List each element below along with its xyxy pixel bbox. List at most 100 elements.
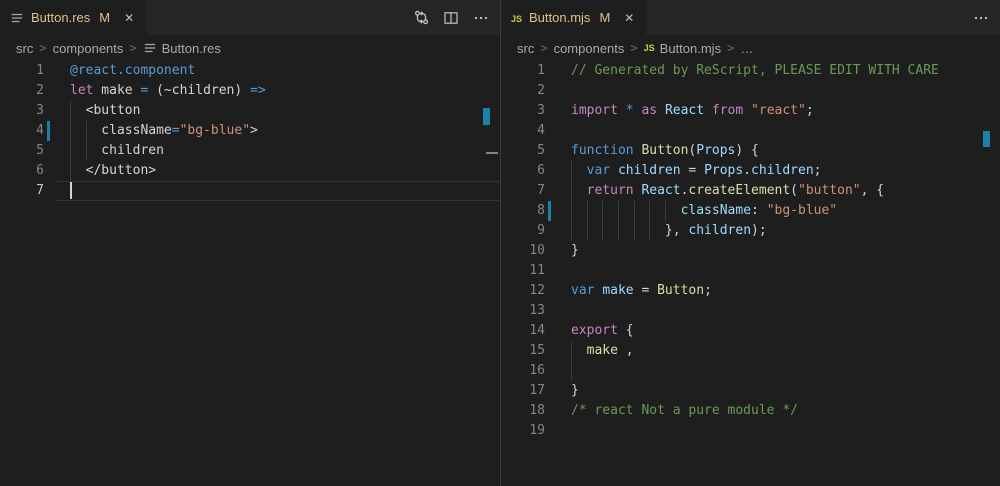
code-line[interactable]: 8 className: "bg-blue" [501,201,1000,221]
breadcrumb-label: components [53,41,124,56]
file-icon [10,11,24,25]
code-line[interactable]: 11 [501,261,1000,281]
line-number: 2 [501,81,545,101]
overview-ruler-modified-mark [483,108,490,125]
code-text: @react.component [70,61,195,81]
current-line-highlight [56,181,500,201]
breadcrumb-item[interactable]: … [740,41,753,56]
line-number: 3 [501,101,545,121]
overview-ruler-cursor-mark [486,152,498,154]
line-number: 15 [501,341,545,361]
tab-title: Button.mjs [528,10,590,25]
vscode-workbench: Button.res M ✕ src > components > Button.res… [0,0,1000,486]
git-modified-badge: M [599,10,610,25]
code-text: className: "bg-blue" [571,201,837,221]
code-line[interactable]: 3 <button [0,101,500,121]
code-line[interactable]: 4 [501,121,1000,141]
breadcrumb-separator: > [727,41,734,55]
code-line[interactable]: 14export { [501,321,1000,341]
code-line[interactable]: 17} [501,381,1000,401]
editor-group-right: JS Button.mjs M ✕ src > components > JS Butto… [501,0,1000,486]
line-number: 7 [0,181,44,201]
code-line[interactable]: 18/* react Not a pure module */ [501,401,1000,421]
breadcrumb-separator: > [630,41,637,55]
breadcrumb-item[interactable]: src [517,41,534,56]
gutter-modified-indicator [548,201,551,221]
breadcrumb-item[interactable]: src [16,41,33,56]
code-text: var make = Button; [571,281,712,301]
text-cursor [70,182,72,199]
editor-actions [412,0,490,35]
code-line[interactable]: 5function Button(Props) { [501,141,1000,161]
indent-guide [571,361,572,381]
close-tab-icon[interactable]: ✕ [124,12,134,24]
split-editor-icon[interactable] [442,9,460,27]
code-line[interactable]: 7 return React.createElement("button", { [501,181,1000,201]
code-line[interactable]: 19 [501,421,1000,441]
code-text: let make = (~children) => [70,81,266,101]
breadcrumb-item[interactable]: components [53,41,124,56]
line-number: 12 [501,281,545,301]
code-line[interactable]: 1 // Generated by ReScript, PLEASE EDIT W… [501,61,1000,81]
breadcrumb-item[interactable]: components [554,41,625,56]
line-number: 4 [501,121,545,141]
code-line[interactable]: 12 var make = Button; [501,281,1000,301]
gutter-modified-indicator [47,121,50,141]
line-number: 17 [501,381,545,401]
code-line[interactable]: 7 [0,181,500,201]
line-number: 8 [501,201,545,221]
code-line[interactable]: 10} [501,241,1000,261]
open-changes-icon[interactable] [412,9,430,27]
more-actions-icon[interactable] [472,9,490,27]
code-text: }, children); [571,221,767,241]
code-text: // Generated by ReScript, PLEASE EDIT WI… [571,61,939,81]
tab-bar: JS Button.mjs M ✕ [501,0,1000,35]
line-number: 13 [501,301,545,321]
breadcrumb-label: components [554,41,625,56]
code-line[interactable]: 9 }, children); [501,221,1000,241]
code-line[interactable]: 2 let make = (~children) => [0,81,500,101]
line-number: 11 [501,261,545,281]
git-modified-badge: M [99,10,110,25]
code-editor[interactable]: 1 @react.component 2 let make = (~children)… [0,61,500,486]
breadcrumb-separator: > [39,41,46,55]
file-icon [10,11,24,25]
breadcrumb-item[interactable]: JS Button.mjs [644,41,721,56]
code-line[interactable]: 4 className="bg-blue"> [0,121,500,141]
line-number: 3 [0,101,44,121]
code-line[interactable]: 6 var children = Props.children; [501,161,1000,181]
code-line[interactable]: 2 [501,81,1000,101]
line-number: 2 [0,81,44,101]
line-number: 1 [501,61,545,81]
editor-group-left: Button.res M ✕ src>components>Button.res… [0,0,500,486]
line-number: 5 [501,141,545,161]
code-text: } [571,241,579,261]
code-text: } [571,381,579,401]
tab-button-mjs[interactable]: JS Button.mjs M ✕ [501,0,646,35]
code-text: </button> [70,161,156,181]
overview-ruler-modified-mark [983,131,990,147]
more-actions-icon[interactable] [972,9,990,27]
code-text: var children = Props.children; [571,161,822,181]
breadcrumb: src > components > JS Button.mjs > … [501,35,1000,61]
code-line[interactable]: 15 make , [501,341,1000,361]
line-number: 7 [501,181,545,201]
code-line[interactable]: 13 [501,301,1000,321]
code-line[interactable]: 16 [501,361,1000,381]
line-number: 5 [0,141,44,161]
line-number: 10 [501,241,545,261]
tab-button-res[interactable]: Button.res M ✕ [0,0,146,35]
line-number: 1 [0,61,44,81]
code-line[interactable]: 6 </button> [0,161,500,181]
breadcrumb-label: Button.mjs [660,41,721,56]
breadcrumb-item[interactable]: Button.res [143,41,221,56]
line-number: 18 [501,401,545,421]
breadcrumb-label: Button.res [162,41,221,56]
code-line[interactable]: 5 children [0,141,500,161]
breadcrumb-separator: > [540,41,547,55]
code-line[interactable]: 3import * as React from "react"; [501,101,1000,121]
code-line[interactable]: 1 @react.component [0,61,500,81]
js-icon: JS [644,43,655,53]
close-tab-icon[interactable]: ✕ [624,12,634,24]
code-editor[interactable]: 1 // Generated by ReScript, PLEASE EDIT W… [501,61,1000,486]
